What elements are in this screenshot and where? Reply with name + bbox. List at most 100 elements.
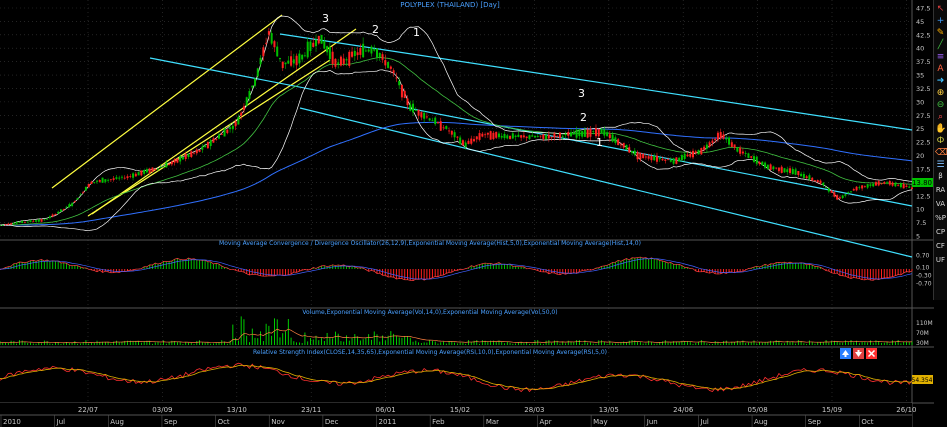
date-tick-label: 13/10 bbox=[227, 406, 247, 414]
candle-body bbox=[301, 54, 304, 60]
channel-icon[interactable]: ≡ bbox=[935, 52, 946, 63]
candle-body bbox=[589, 128, 592, 137]
candle-body bbox=[539, 135, 542, 137]
arrow-icon[interactable]: ➜ bbox=[935, 76, 946, 87]
line-icon[interactable]: ╱ bbox=[935, 40, 946, 51]
candle-body bbox=[730, 142, 733, 147]
date-tick-label: 03/09 bbox=[152, 406, 172, 414]
candle-body bbox=[356, 52, 359, 56]
candle-body bbox=[819, 180, 822, 184]
candle-body bbox=[176, 158, 179, 163]
candle-body bbox=[48, 216, 51, 219]
candle-body bbox=[71, 203, 74, 207]
stock-chart[interactable]: POLYPLEX (THAILAND) [Day] 32 1321 47.5454… bbox=[0, 0, 934, 427]
candle-body bbox=[35, 220, 38, 222]
candle-body bbox=[852, 189, 855, 191]
candle-body bbox=[168, 163, 171, 165]
properties-icon[interactable]: ☰ bbox=[935, 160, 946, 171]
candle-body bbox=[46, 218, 49, 220]
candle-body bbox=[403, 90, 406, 98]
candle-body bbox=[481, 133, 484, 137]
candle-body bbox=[353, 50, 356, 57]
candle-body bbox=[93, 182, 96, 183]
candle-body bbox=[606, 132, 609, 136]
eraser-icon[interactable]: ⌫ bbox=[935, 148, 947, 159]
price-tick-label: 20 bbox=[916, 152, 924, 160]
candle-body bbox=[899, 183, 902, 188]
candle-body bbox=[716, 132, 719, 140]
candle-body bbox=[345, 59, 348, 61]
candle-body bbox=[445, 126, 448, 129]
toolbar-label-xp[interactable]: %P bbox=[934, 214, 947, 222]
candle-body bbox=[617, 139, 620, 146]
candle-body bbox=[126, 176, 129, 179]
candle-body bbox=[212, 138, 215, 143]
up-channel-line-2[interactable] bbox=[91, 28, 357, 215]
candle-body bbox=[520, 135, 523, 138]
macd-tick-label: -0.70 bbox=[916, 281, 932, 288]
candle-body bbox=[220, 133, 223, 135]
candle-body bbox=[525, 136, 528, 138]
candle-body bbox=[112, 178, 115, 180]
candle-body bbox=[680, 155, 683, 161]
candle-body bbox=[420, 112, 423, 118]
candle-body bbox=[661, 159, 664, 161]
zoom-out-icon[interactable]: ⊖ bbox=[935, 100, 946, 111]
candle-body bbox=[678, 157, 681, 162]
price-tick-label: 30 bbox=[916, 98, 924, 106]
candle-body bbox=[752, 156, 755, 162]
candle-body bbox=[894, 182, 897, 187]
fibonacci-icon[interactable]: Ф bbox=[935, 136, 946, 147]
candle-body bbox=[389, 66, 392, 69]
toolbar-label-cf[interactable]: CF bbox=[934, 242, 947, 250]
candle-body bbox=[575, 129, 578, 138]
candle-body bbox=[132, 173, 135, 178]
crosshair-icon[interactable]: + bbox=[935, 16, 946, 27]
candle-body bbox=[190, 151, 193, 157]
toolbar-label-cp[interactable]: CP bbox=[934, 228, 947, 236]
candle-body bbox=[511, 133, 514, 139]
price-tick-label: 37.5 bbox=[916, 58, 930, 66]
candle-body bbox=[181, 157, 184, 160]
candle-body bbox=[215, 138, 218, 140]
candle-body bbox=[802, 173, 805, 179]
month-label: 2010 bbox=[3, 418, 21, 426]
cursor-icon[interactable]: ↖ bbox=[935, 4, 946, 15]
toolbar-label-va[interactable]: VA bbox=[934, 200, 947, 208]
candle-body bbox=[179, 156, 182, 162]
candle-body bbox=[786, 169, 789, 173]
text-icon[interactable]: A bbox=[935, 64, 946, 75]
date-tick-label: 24/06 bbox=[673, 406, 694, 414]
toolbar-label-uf[interactable]: UF bbox=[934, 256, 947, 264]
candle-body bbox=[570, 132, 573, 137]
candle-body bbox=[611, 134, 614, 142]
macd-tick-label: 0.10 bbox=[916, 265, 930, 272]
candle-body bbox=[265, 42, 268, 44]
candle-body bbox=[470, 138, 473, 144]
candle-body bbox=[744, 153, 747, 154]
magnifier-icon[interactable]: ⌕ bbox=[935, 112, 946, 123]
macd-tick-label: -0.30 bbox=[916, 273, 932, 280]
candle-body bbox=[497, 133, 500, 138]
candle-body bbox=[12, 222, 15, 225]
candle-body bbox=[234, 121, 237, 127]
price-tick-label: 25 bbox=[916, 125, 924, 133]
rsi-ema-line bbox=[0, 364, 913, 390]
candle-body bbox=[82, 191, 85, 193]
hand-icon[interactable]: ✋ bbox=[935, 124, 946, 135]
candle-body bbox=[830, 190, 833, 193]
candle-body bbox=[628, 147, 631, 153]
candle-body bbox=[387, 62, 390, 68]
toolbar-label-x[interactable]: β bbox=[934, 172, 947, 180]
candle-body bbox=[59, 209, 62, 212]
candle-body bbox=[312, 42, 315, 47]
month-label: 2011 bbox=[379, 418, 397, 426]
candle-body bbox=[320, 34, 323, 44]
zoom-in-icon[interactable]: ⊕ bbox=[935, 88, 946, 99]
candle-body bbox=[461, 140, 464, 146]
pencil-icon[interactable]: ✎ bbox=[935, 28, 946, 39]
candle-body bbox=[891, 182, 894, 186]
toolbar-label-ra[interactable]: RA bbox=[934, 186, 947, 194]
candle-body bbox=[87, 183, 90, 188]
candle-body bbox=[747, 153, 750, 158]
